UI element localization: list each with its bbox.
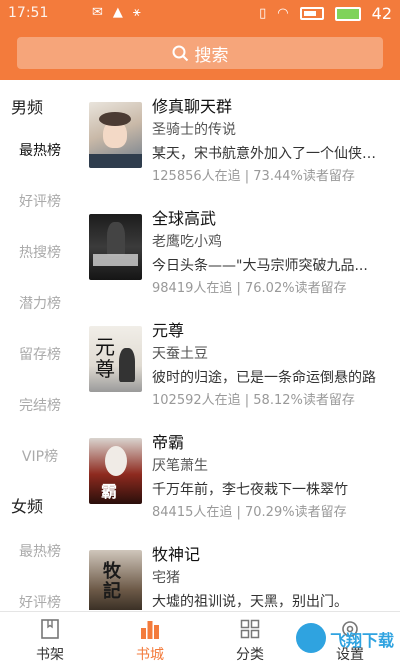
- book-cover: [89, 214, 142, 280]
- share-icon: ⚹: [132, 5, 141, 20]
- book-title: 牧神记: [152, 545, 201, 564]
- wifi-icon: ◠: [277, 6, 289, 21]
- book-item[interactable]: 元尊 元尊 天蚕土豆 彼时的归途，已是一条命运倒悬的路 102592人在追 | …: [80, 304, 400, 416]
- status-time: 17:51: [8, 5, 49, 21]
- tab-category[interactable]: 分类: [200, 612, 300, 668]
- book-title: 帝霸: [152, 433, 185, 452]
- tab-bookshelf[interactable]: 书架: [0, 612, 100, 668]
- search-icon: [172, 45, 188, 61]
- book-description: 某天，宋书航意外加入了一个仙侠中二病资深患者的交流群: [152, 146, 379, 162]
- bookshelf-icon: [41, 619, 59, 639]
- book-author: 宅猪: [152, 570, 180, 586]
- book-author: 老鹰吃小鸡: [152, 234, 222, 250]
- tab-bookstore[interactable]: 书城: [100, 612, 200, 668]
- tab-label: 书架: [36, 647, 64, 663]
- book-cover: [89, 102, 142, 168]
- watermark-text: 飞翔下载: [330, 631, 395, 650]
- bookstore-icon: [141, 621, 159, 639]
- watermark-logo-icon: [296, 623, 326, 653]
- rank-item-male-retention[interactable]: 留存榜: [0, 344, 80, 364]
- rank-item-male-search[interactable]: 热搜榜: [0, 242, 80, 262]
- rank-item-female-hot[interactable]: 最热榜: [0, 541, 80, 561]
- book-description: 千万年前，李七夜栽下一株翠竹: [152, 482, 348, 498]
- book-stats: 102592人在追 | 58.12%读者留存: [152, 393, 355, 408]
- book-cover: 元尊: [89, 326, 142, 392]
- book-stats: 98419人在追 | 76.02%读者留存: [152, 281, 347, 296]
- category-icon: [240, 619, 260, 639]
- battery-outline-icon: [299, 7, 324, 20]
- rank-item-male-finished[interactable]: 完结榜: [0, 395, 80, 415]
- female-category-title: 女频: [11, 497, 44, 516]
- rank-sidebar: 男频 最热榜 好评榜 热搜榜 潜力榜 留存榜 完结榜 VIP榜 女频 最热榜 好…: [0, 80, 80, 612]
- book-list: 修真聊天群 圣骑士的传说 某天，宋书航意外加入了一个仙侠中二病资深患者的交流群 …: [80, 80, 400, 610]
- book-item[interactable]: 牧記 牧神记 宅猪 大墟的祖训说，天黑，别出门。: [80, 528, 400, 610]
- book-item[interactable]: 霸 帝霸 厌笔萧生 千万年前，李七夜栽下一株翠竹 84415人在追 | 70.2…: [80, 416, 400, 528]
- message-icon: ✉: [92, 5, 103, 20]
- book-title: 全球高武: [152, 209, 217, 228]
- book-title: 元尊: [152, 321, 185, 340]
- broom-icon: ▲: [112, 5, 123, 20]
- app-header: 17:51 ✉ ▲ ⚹ ▯ ◠ 42 搜索: [0, 0, 400, 80]
- notification-icons: ✉ ▲ ⚹: [92, 5, 141, 20]
- status-bar: 17:51 ✉ ▲ ⚹ ▯ ◠ 42: [0, 0, 400, 28]
- book-cover: 牧記: [89, 550, 142, 610]
- status-right: ▯ ◠ 42: [259, 4, 392, 23]
- charging-icon: [334, 6, 361, 21]
- rank-item-male-vip[interactable]: VIP榜: [0, 446, 80, 466]
- book-stats: 125856人在追 | 73.44%读者留存: [152, 169, 355, 184]
- book-description: 大墟的祖训说，天黑，别出门。: [152, 594, 348, 610]
- watermark-badge: 飞翔下载: [296, 619, 400, 659]
- rank-item-male-potential[interactable]: 潜力榜: [0, 293, 80, 313]
- rank-item-male-hot[interactable]: 最热榜: [0, 140, 80, 160]
- book-author: 厌笔萧生: [152, 458, 208, 474]
- book-author: 圣骑士的传说: [152, 122, 236, 138]
- search-bar[interactable]: 搜索: [17, 37, 383, 69]
- book-item[interactable]: 全球高武 老鹰吃小鸡 今日头条——"大马宗师突破九品... 98419人在追 |…: [80, 192, 400, 304]
- rank-item-female-rating[interactable]: 好评榜: [0, 592, 80, 612]
- book-description: 今日头条——"大马宗师突破九品...: [152, 258, 368, 274]
- book-stats: 84415人在追 | 70.29%读者留存: [152, 505, 347, 520]
- tab-label: 分类: [236, 647, 264, 663]
- rank-item-male-rating[interactable]: 好评榜: [0, 191, 80, 211]
- search-placeholder: 搜索: [194, 45, 229, 66]
- male-category-title: 男频: [11, 98, 44, 117]
- battery-level: 42: [371, 4, 392, 23]
- book-description: 彼时的归途，已是一条命运倒悬的路: [152, 370, 376, 386]
- book-title: 修真聊天群: [152, 97, 233, 116]
- vibrate-icon: ▯: [259, 6, 267, 21]
- book-author: 天蚕土豆: [152, 346, 208, 362]
- tab-label: 书城: [136, 647, 164, 663]
- book-item[interactable]: 修真聊天群 圣骑士的传说 某天，宋书航意外加入了一个仙侠中二病资深患者的交流群 …: [80, 80, 400, 192]
- book-cover: 霸: [89, 438, 142, 504]
